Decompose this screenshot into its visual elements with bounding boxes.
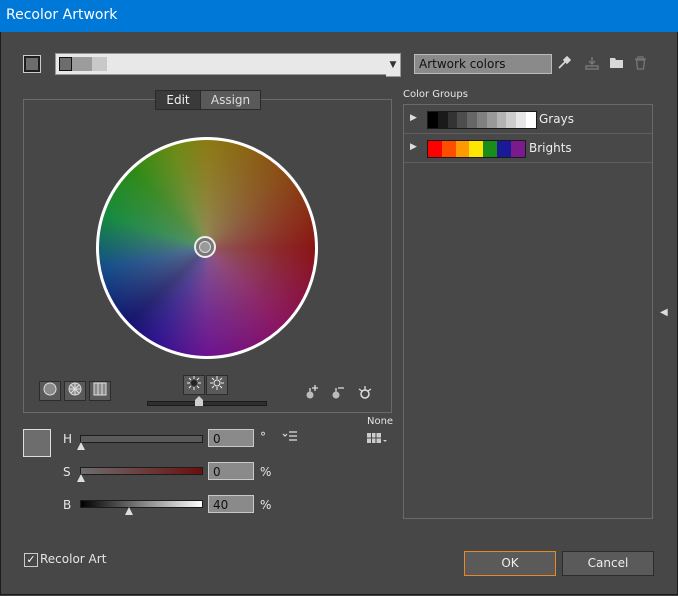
color-group-row[interactable]: ▶ Brights [404,134,652,163]
add-color-tool-icon[interactable] [304,384,320,400]
brightness-unit: % [260,498,272,512]
delete-icon[interactable] [632,56,648,72]
brightness-label: B [63,498,72,512]
color-group-swatches[interactable] [427,140,526,158]
color-groups-panel: ▶ Grays ▶ Brights [403,104,653,519]
link-harmony-colors-icon[interactable] [357,384,373,400]
active-colors-swatch[interactable] [23,55,41,73]
new-folder-icon[interactable] [608,56,624,72]
harmony-swatch [72,57,92,71]
limit-color-group-label: None [367,416,394,427]
saturation-label: S [63,465,71,479]
expand-arrow-icon[interactable]: ▶ [410,142,417,152]
color-groups-label: Color Groups [403,89,468,100]
color-swatch[interactable] [476,112,487,128]
collapse-panel-arrow-icon[interactable]: ◀ [660,307,668,318]
color-swatch[interactable] [455,141,470,157]
ok-button[interactable]: OK [464,551,556,576]
edit-assign-tabs: Edit Assign [155,90,261,110]
expand-arrow-icon[interactable]: ▶ [410,113,417,123]
save-changes-icon[interactable] [584,56,600,72]
color-swatch[interactable] [483,141,497,157]
harmony-dropdown-arrow-icon[interactable]: ▼ [386,53,401,77]
color-swatch[interactable] [467,112,477,128]
color-swatch[interactable] [457,112,468,128]
wheel-brightness-slider[interactable] [147,401,267,406]
color-group-name-field[interactable] [414,54,552,74]
tab-assign[interactable]: Assign [200,91,260,109]
color-swatch[interactable] [428,112,438,128]
show-saturation-icon[interactable] [183,375,205,395]
color-swatch[interactable] [510,141,525,157]
brightness-slider[interactable] [80,500,203,508]
limit-to-swatch-library-icon[interactable] [366,432,388,448]
harmony-swatch [92,57,107,71]
saturation-unit: % [260,465,272,479]
color-swatch[interactable] [496,141,511,157]
hue-label: H [63,432,73,446]
color-swatch[interactable] [469,141,484,157]
color-group-row[interactable]: ▶ Grays [404,105,652,134]
cancel-button[interactable]: Cancel [562,551,654,576]
smooth-color-wheel-icon[interactable] [39,381,61,401]
recolor-art-checkbox[interactable]: ✓ [24,553,38,567]
color-wheel-handle[interactable] [194,236,216,258]
color-bars-icon[interactable] [89,381,111,401]
color-swatch[interactable] [486,112,497,128]
color-swatch[interactable] [506,112,517,128]
color-swatch[interactable] [447,112,458,128]
hue-value-field[interactable]: 0 [208,429,254,447]
color-swatch[interactable] [437,112,448,128]
tab-edit[interactable]: Edit [156,91,200,109]
brightness-value-field[interactable]: 40 [208,495,254,513]
color-swatch[interactable] [428,141,442,157]
color-swatch[interactable] [516,112,526,128]
recolor-art-label[interactable]: Recolor Art [40,552,106,566]
color-group-swatches[interactable] [427,111,537,129]
hue-slider[interactable] [80,435,203,443]
segmented-color-wheel-icon[interactable] [64,381,86,401]
color-swatch[interactable] [496,112,507,128]
color-swatch[interactable] [441,141,456,157]
title-bar: Recolor Artwork [0,0,678,32]
color-swatch[interactable] [525,112,536,128]
harmony-swatch [59,57,72,71]
remove-color-tool-icon[interactable] [330,384,346,400]
harmony-rules-dropdown[interactable] [55,53,388,75]
saturation-slider[interactable] [80,467,203,475]
color-group-name: Grays [539,112,574,126]
window-title: Recolor Artwork [6,7,118,23]
color-mode-menu-icon[interactable] [282,430,298,446]
hue-unit: ° [260,430,266,444]
current-color-swatch[interactable] [23,429,51,457]
show-brightness-icon[interactable] [206,375,228,395]
eyedropper-icon[interactable] [556,55,572,72]
color-group-name: Brights [529,141,572,155]
saturation-value-field[interactable]: 0 [208,462,254,480]
